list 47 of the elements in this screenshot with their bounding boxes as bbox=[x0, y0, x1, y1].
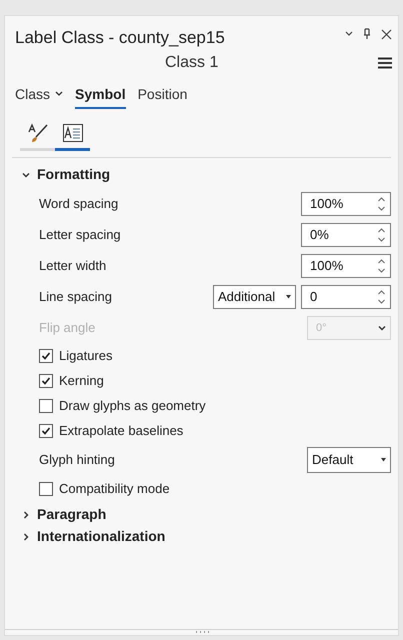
panel-title: Label Class - county_sep15 bbox=[15, 27, 225, 49]
chevron-right-icon bbox=[22, 510, 30, 518]
tab[interactable]: Position bbox=[138, 84, 188, 108]
tab[interactable]: Class bbox=[15, 84, 64, 108]
class-name: Class 1 bbox=[165, 52, 218, 72]
field-label: Line spacing bbox=[39, 288, 112, 306]
number-field[interactable]: 100% bbox=[301, 192, 391, 216]
spin-arrows-icon[interactable] bbox=[377, 258, 386, 274]
checkbox-label: Extrapolate baselines bbox=[59, 422, 184, 440]
section-header[interactable]: Formatting bbox=[5, 164, 398, 186]
spin-arrows-icon[interactable] bbox=[377, 227, 386, 243]
number-field[interactable]: 0% bbox=[301, 223, 391, 247]
field-label: Letter width bbox=[39, 257, 106, 276]
close-icon[interactable] bbox=[381, 28, 392, 40]
menu-icon[interactable] bbox=[378, 56, 392, 68]
chevron-down-icon bbox=[22, 170, 30, 178]
checkbox-label: Kerning bbox=[59, 372, 104, 390]
caret-icon bbox=[381, 458, 386, 462]
dropdown[interactable]: Default bbox=[307, 447, 391, 473]
section-header[interactable]: Paragraph bbox=[5, 504, 398, 526]
checkbox[interactable] bbox=[39, 424, 53, 438]
chevron-down-icon bbox=[55, 91, 64, 97]
tab[interactable]: Symbol bbox=[75, 84, 126, 108]
field-label: Glyph hinting bbox=[39, 451, 115, 470]
number-field[interactable]: 0 bbox=[301, 285, 391, 309]
checkbox-label: Ligatures bbox=[59, 347, 112, 366]
chevron-down-icon bbox=[378, 324, 386, 332]
field-label: Letter spacing bbox=[39, 226, 121, 244]
checkbox-label: Draw glyphs as geometry bbox=[59, 397, 206, 416]
number-field[interactable]: 100% bbox=[301, 254, 391, 278]
spin-arrows-icon[interactable] bbox=[377, 196, 386, 212]
spin-arrows-icon[interactable] bbox=[377, 289, 386, 305]
pin-icon[interactable] bbox=[363, 28, 371, 40]
dropdown[interactable]: Additional bbox=[213, 285, 296, 309]
checkbox[interactable] bbox=[39, 482, 53, 496]
field-label: Flip angle bbox=[39, 319, 96, 338]
text-frame-icon bbox=[62, 122, 84, 144]
section-header[interactable]: Internationalization bbox=[5, 526, 398, 548]
checkbox[interactable] bbox=[39, 374, 53, 388]
field-label: Word spacing bbox=[39, 195, 118, 214]
checkbox[interactable] bbox=[39, 349, 53, 363]
chevron-right-icon bbox=[22, 532, 30, 540]
checkbox-label: Compatibility mode bbox=[59, 480, 170, 498]
brush-icon bbox=[26, 122, 48, 144]
caret-icon bbox=[286, 295, 291, 299]
chevron-down-icon[interactable] bbox=[345, 31, 353, 37]
checkbox[interactable] bbox=[39, 399, 53, 413]
